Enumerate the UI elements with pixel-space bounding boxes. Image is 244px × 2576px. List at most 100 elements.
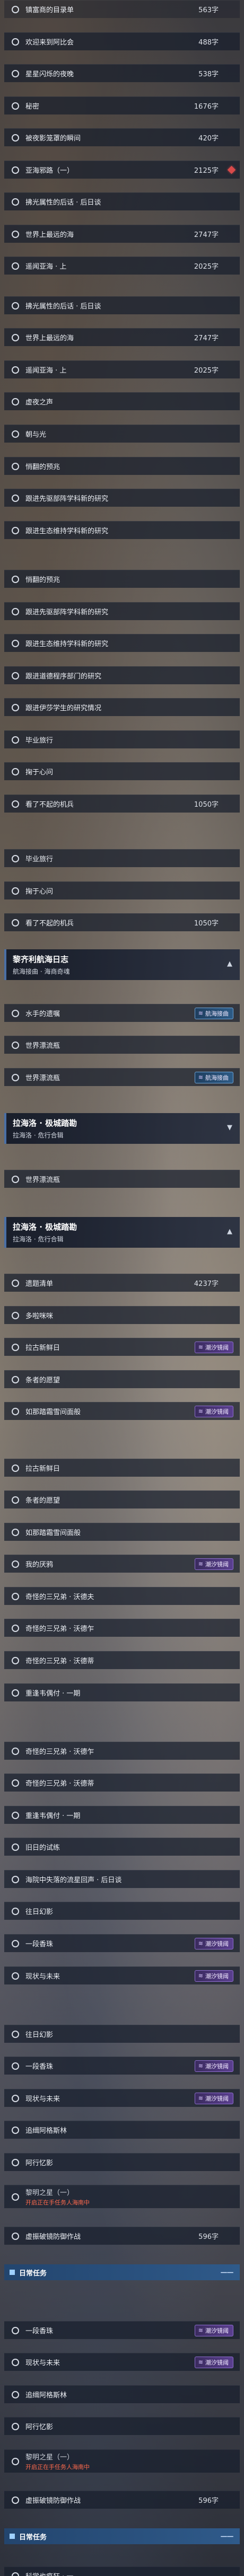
volume-title: 拉海洛 · 极城踏勘 <box>13 1118 77 1128</box>
quest-log-page: 镇富商的目录单 563字 欢迎来到阿比会 488字 星星闪烁的夜晚 538字 秘密 1676字… <box>0 0 244 2576</box>
volume-header[interactable]: 拉海洛 · 极城踏勘 拉海洛 · 危行合辑 ▼ <box>4 1113 240 1144</box>
quest-row[interactable]: 重逢韦偶付 · 一期 <box>4 1683 240 1701</box>
section-header[interactable]: 日常任务 一一 <box>4 2264 240 2280</box>
quest-row[interactable]: 往日幻影 <box>4 1902 240 1920</box>
quest-row[interactable]: 奇怪的三兄弟 · 沃德乍 <box>4 1742 240 1760</box>
quest-row[interactable]: 悄翻的预兆 <box>4 570 240 588</box>
circle-icon <box>12 800 19 808</box>
circle-icon <box>12 1779 19 1787</box>
quest-row[interactable]: 奇怪的三兄弟 · 沃德夫 <box>4 1587 240 1605</box>
quest-row[interactable]: 遥闻亚海 · 上 2025字 <box>4 360 240 378</box>
quest-row[interactable]: 虚振破镜防御作战 596字 <box>4 2227 240 2245</box>
quest-row[interactable]: 旧日的试练 <box>4 1838 240 1856</box>
quest-row[interactable]: 世界漂流瓶 <box>4 1036 240 1054</box>
badge-label: 潮汐镜阈 <box>205 1344 229 1351</box>
quest-row[interactable]: 条者的愿望 <box>4 1370 240 1388</box>
quest-row[interactable]: 如那踏霜雪间面般 ≋ 潮汐镜阈 <box>4 1402 240 1420</box>
word-count: 563字 <box>198 6 219 14</box>
quest-row[interactable]: 奇怪的三兄弟 · 沃德蒂 <box>4 1651 240 1669</box>
quest-row[interactable]: 秘密 1676字 <box>4 96 240 114</box>
quest-row[interactable]: 遗题清单 4237字 <box>4 1274 240 1292</box>
quest-row[interactable]: 水手的遗嘱 ≋ 航海接曲 <box>4 1004 240 1022</box>
volume-header[interactable]: 拉海洛 · 极城踏勘 拉海洛 · 危行合辑 ▲ <box>4 1217 240 1248</box>
quest-row[interactable]: 如那踏霜雪间面般 <box>4 1523 240 1541</box>
quest-row[interactable]: 拂光属性的后话 · 后日谈 <box>4 192 240 210</box>
quest-row[interactable]: 世界上最远的海 2747字 <box>4 328 240 346</box>
quest-row[interactable]: 跟进生态维持学科新的研究 <box>4 634 240 652</box>
circle-icon <box>12 1560 19 1568</box>
quest-row[interactable]: 现状与未来 ≋ 潮汐镜阈 <box>4 2089 240 2107</box>
quest-row[interactable]: 多啦咪咪 <box>4 1306 240 1324</box>
chapter-badge: ≋ 潮汐镜阈 <box>194 1341 233 1353</box>
triangle-icon[interactable]: ▲ <box>227 960 232 968</box>
quest-row[interactable]: 星星闪烁的夜晚 538字 <box>4 64 240 82</box>
quest-row[interactable]: 奇怪的三兄弟 · 沃德蒂 <box>4 1774 240 1792</box>
quest-row[interactable]: 跟进先驱部阵学科新的研究 <box>4 489 240 507</box>
triangle-icon[interactable]: ▼ <box>227 1124 232 1132</box>
quest-row[interactable]: 阿行忆影 <box>4 2417 240 2435</box>
circle-icon <box>12 2126 19 2134</box>
quest-row[interactable]: 重逢韦偶付 · 一期 <box>4 1806 240 1824</box>
quest-row[interactable]: 世界漂流瓶 <box>4 1170 240 1188</box>
section-header[interactable]: 日常任务 一一 <box>4 2528 240 2544</box>
quest-row[interactable]: 拉古新鲜日 <box>4 1459 240 1477</box>
circle-icon <box>12 1175 19 1183</box>
quest-row[interactable]: 拂光属性的后话 · 后日谈 <box>4 296 240 314</box>
quest-label: 海院中失落的流星回声 · 后日谈 <box>25 1876 122 1884</box>
badge-label: 潮汐镜阈 <box>205 2327 229 2334</box>
chapter-badge: ≋ 潮汐镜阈 <box>194 1405 233 1417</box>
quest-row[interactable]: 跟进先驱部阵学科新的研究 <box>4 602 240 620</box>
quest-row[interactable]: 海院中失落的流星回声 · 后日谈 <box>4 1870 240 1888</box>
circle-icon <box>12 1464 19 1472</box>
quest-row[interactable]: 跟进生态维持学科新的研究 <box>4 521 240 539</box>
quest-row[interactable]: 悄翻的预兆 <box>4 457 240 475</box>
quest-row[interactable]: 现状与未来 ≋ 潮汐镜阈 <box>4 1966 240 1984</box>
quest-row[interactable]: 遥闻亚海 · 上 2025字 <box>4 257 240 275</box>
circle-icon <box>12 919 19 927</box>
quest-row[interactable]: 被夜影笼罩的瞬间 420字 <box>4 128 240 146</box>
quest-row[interactable]: 往日幻影 <box>4 2025 240 2043</box>
quest-row[interactable]: 看了不起的机兵 1050字 <box>4 913 240 931</box>
quest-row[interactable]: 欢迎来到阿比会 488字 <box>4 32 240 50</box>
quest-row[interactable]: 奇怪的三兄弟 · 沃德乍 <box>4 1619 240 1637</box>
quest-row[interactable]: 科学也疯狂 · 一 <box>4 2566 240 2576</box>
quest-row[interactable]: 追缉阿格斯林 <box>4 2385 240 2403</box>
quest-row[interactable]: 一段香珠 ≋ 潮汐镜阈 <box>4 2321 240 2339</box>
quest-row[interactable]: 掬于心问 <box>4 762 240 780</box>
wave-icon: ≋ <box>198 1010 203 1017</box>
quest-label: 条者的愿望 <box>25 1497 60 1505</box>
quest-row[interactable]: 虚夜之声 <box>4 392 240 410</box>
quest-row[interactable]: 看了不起的机兵 1050字 <box>4 795 240 813</box>
quest-row[interactable]: 追缉阿格斯林 <box>4 2121 240 2139</box>
quest-text: 黎明之星（一） 开启正在手任务人海南中 <box>25 2451 90 2471</box>
quest-row[interactable]: 毕业旅行 <box>4 849 240 867</box>
quest-row[interactable]: 世界上最远的海 2747字 <box>4 225 240 243</box>
quest-row[interactable]: 我的厌鸦 ≋ 潮汐镜阈 <box>4 1555 240 1573</box>
quest-label: 遗题清单 <box>25 1280 54 1288</box>
quest-row[interactable]: 黎明之星（一） 开启正在手任务人海南中 <box>4 2185 240 2208</box>
circle-icon <box>12 2158 19 2166</box>
quest-row[interactable]: 阿行忆影 <box>4 2153 240 2171</box>
quest-row[interactable]: 毕业旅行 <box>4 730 240 748</box>
quest-row[interactable]: 黎明之星（一） 开启正在手任务人海南中 <box>4 2449 240 2473</box>
quest-row[interactable]: 掬于心问 <box>4 881 240 899</box>
triangle-icon[interactable]: ▲ <box>227 1228 232 1236</box>
quest-row[interactable]: 虚振破镜防御作战 596字 <box>4 2491 240 2509</box>
quest-row[interactable]: 条者的愿望 <box>4 1490 240 1508</box>
quest-row[interactable]: 一段香珠 ≋ 潮汐镜阈 <box>4 1934 240 1952</box>
volume-header[interactable]: 黎齐利航海日志 航海接曲 · 海商奇魂 ▲ <box>4 949 240 980</box>
square-icon <box>10 2270 15 2275</box>
quest-row[interactable]: 跟进伊莎学生的研究情况 <box>4 698 240 716</box>
quest-row[interactable]: 朝与光 <box>4 425 240 443</box>
circle-icon <box>12 1656 19 1664</box>
quest-label: 如那踏霜雪间面般 <box>25 1408 81 1416</box>
quest-row[interactable]: 拉古新鲜日 ≋ 潮汐镜阈 <box>4 1338 240 1356</box>
quest-row[interactable]: 跟进道德程序部门的研究 <box>4 666 240 684</box>
quest-label: 往日幻影 <box>25 1908 54 1916</box>
quest-row[interactable]: 现状与未来 ≋ 潮汐镜阈 <box>4 2353 240 2371</box>
quest-row[interactable]: 一段香珠 ≋ 潮汐镜阈 <box>4 2057 240 2075</box>
circle-icon <box>12 887 19 895</box>
quest-row[interactable]: 镇富商的目录单 563字 <box>4 0 240 18</box>
quest-row[interactable]: 亚海邪路（一） 2125字 <box>4 161 240 179</box>
quest-row[interactable]: 世界漂流瓶 ≋ 航海接曲 <box>4 1068 240 1086</box>
